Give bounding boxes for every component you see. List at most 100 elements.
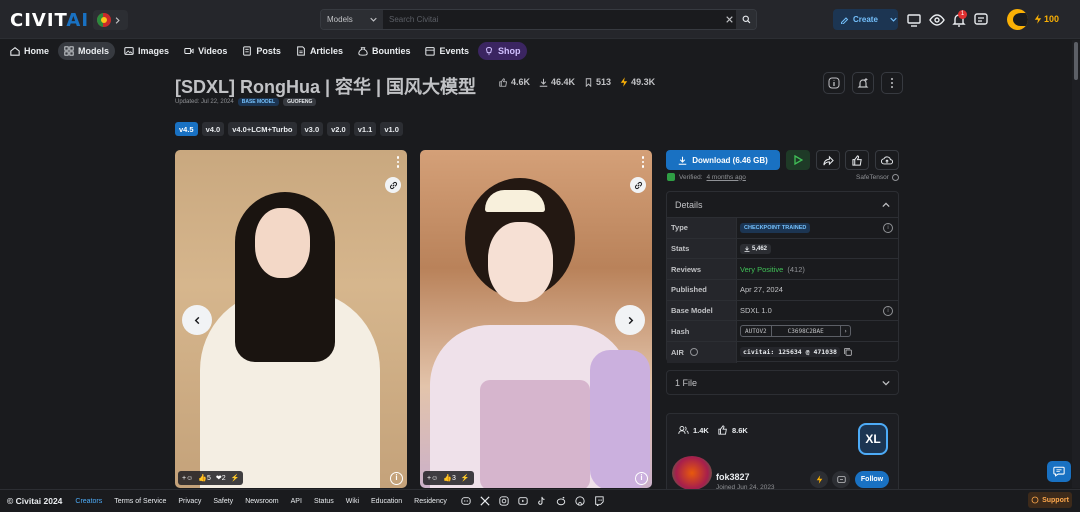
tag-base-model[interactable]: BASE MODEL: [237, 98, 280, 106]
discord-icon[interactable]: [461, 496, 471, 506]
hash-value[interactable]: C3698C2BAE: [772, 326, 840, 336]
info-icon[interactable]: [689, 348, 698, 357]
footer-link-status[interactable]: Status: [314, 498, 334, 505]
info-icon[interactable]: [891, 174, 899, 181]
reddit-icon[interactable]: [556, 496, 566, 506]
follow-button[interactable]: Follow: [855, 471, 889, 488]
creator-avatar[interactable]: [672, 456, 712, 490]
nav-shop[interactable]: Shop: [478, 42, 527, 60]
image-link-button[interactable]: [385, 177, 401, 193]
nav-events[interactable]: Events: [419, 42, 475, 60]
version-tab[interactable]: v4.0+LCM+Turbo: [228, 122, 297, 136]
share-button[interactable]: [816, 150, 840, 170]
likes-count: 4.6K: [511, 77, 531, 87]
info-icon[interactable]: i: [883, 305, 893, 316]
nav-articles[interactable]: Articles: [290, 42, 349, 60]
footer-link-api[interactable]: API: [291, 498, 302, 505]
instagram-icon[interactable]: [499, 496, 509, 506]
cloud-save-button[interactable]: [875, 150, 899, 170]
message-button[interactable]: [832, 471, 850, 488]
user-avatar[interactable]: [1007, 9, 1028, 30]
footer-link-newsroom[interactable]: Newsroom: [245, 498, 278, 505]
nav-bounties[interactable]: Bounties: [352, 42, 417, 60]
creator-name[interactable]: fok3827: [716, 472, 750, 482]
twitch-icon[interactable]: [594, 496, 604, 506]
footer-link-terms[interactable]: Terms of Service: [114, 498, 166, 505]
nav-posts[interactable]: Posts: [236, 42, 287, 60]
footer-link-safety[interactable]: Safety: [213, 498, 233, 505]
details-header[interactable]: Details: [667, 192, 898, 218]
search-button[interactable]: [736, 10, 756, 29]
more-options-button[interactable]: [881, 72, 903, 94]
image-info-icon[interactable]: i: [390, 472, 403, 485]
clear-search-button[interactable]: [722, 10, 736, 29]
monitor-icon[interactable]: [906, 12, 922, 28]
footer-link-privacy[interactable]: Privacy: [178, 498, 201, 505]
version-tab[interactable]: v4.0: [201, 122, 225, 136]
run-button[interactable]: [786, 150, 810, 170]
notify-button[interactable]: [852, 72, 874, 94]
nav-videos-label: Videos: [198, 46, 228, 56]
tiktok-icon[interactable]: [537, 496, 547, 506]
version-tab[interactable]: v4.5: [175, 122, 198, 136]
verified-date-link[interactable]: 4 months ago: [707, 174, 746, 181]
nav-images[interactable]: Images: [118, 42, 175, 60]
footer-link-education[interactable]: Education: [371, 498, 402, 505]
tag-guofeng[interactable]: GUOFENG: [283, 98, 317, 106]
carousel-prev-button[interactable]: [182, 305, 212, 335]
nav-posts-label: Posts: [256, 46, 281, 56]
nav-videos[interactable]: Videos: [178, 42, 233, 60]
eye-icon[interactable]: [929, 12, 945, 28]
footer-link-residency[interactable]: Residency: [414, 498, 447, 505]
like-reaction[interactable]: 👍3: [443, 474, 456, 482]
buzz-tip-icon[interactable]: ⚡: [231, 474, 240, 482]
download-button[interactable]: Download (6.46 GB): [666, 150, 780, 170]
search-filter-select[interactable]: Models: [321, 10, 383, 29]
scrollbar-thumb[interactable]: [1074, 42, 1078, 80]
chat-fab-button[interactable]: [1047, 461, 1071, 482]
image-menu-button[interactable]: [641, 156, 644, 168]
github-icon[interactable]: [575, 496, 585, 506]
files-accordion[interactable]: 1 File: [666, 370, 899, 395]
footer-link-wiki[interactable]: Wiki: [346, 498, 359, 505]
youtube-icon[interactable]: [518, 496, 528, 506]
x-twitter-icon[interactable]: [480, 496, 490, 506]
page-scrollbar[interactable]: [1072, 40, 1080, 488]
version-tab[interactable]: v2.0: [327, 122, 350, 136]
image-link-button[interactable]: [630, 177, 646, 193]
image-info-icon[interactable]: i: [635, 472, 648, 485]
info-button[interactable]: [823, 72, 845, 94]
chat-icon[interactable]: [973, 12, 989, 28]
chevron-right-icon[interactable]: ›: [839, 326, 851, 337]
add-reaction-icon[interactable]: +☺: [427, 475, 438, 482]
version-tab[interactable]: v1.1: [353, 122, 377, 136]
image-reactions[interactable]: +☺ 👍3 ⚡: [423, 471, 474, 485]
nav-home[interactable]: Home: [4, 42, 55, 60]
review-rating-link[interactable]: Very Positive: [740, 265, 783, 274]
heart-reaction[interactable]: ❤2: [216, 474, 226, 482]
support-button[interactable]: Support: [1028, 492, 1072, 508]
version-tab[interactable]: v3.0: [300, 122, 324, 136]
footer-link-creators[interactable]: Creators: [75, 498, 102, 505]
civitai-logo[interactable]: CIVITAI: [10, 10, 89, 31]
tip-buzz-button[interactable]: [810, 471, 828, 488]
image-reactions[interactable]: +☺ 👍5 ❤2 ⚡: [178, 471, 244, 485]
like-reaction[interactable]: 👍5: [198, 474, 211, 482]
search-input[interactable]: Search Civitai: [383, 10, 722, 29]
copy-icon[interactable]: [844, 348, 852, 357]
like-button[interactable]: [845, 150, 869, 170]
region-button[interactable]: [93, 10, 128, 30]
hash-algo[interactable]: AUTOV2: [741, 326, 772, 337]
buzz-tip-icon[interactable]: ⚡: [461, 474, 470, 482]
nav-models[interactable]: Models: [58, 42, 116, 60]
info-icon[interactable]: i: [883, 223, 893, 233]
buzz-balance[interactable]: 100: [1034, 14, 1059, 24]
image-menu-button[interactable]: [396, 156, 399, 168]
carousel-next-button[interactable]: [615, 305, 645, 335]
hash-box[interactable]: AUTOV2 C3698C2BAE ›: [740, 325, 852, 338]
version-tab[interactable]: v1.0: [380, 122, 403, 136]
row-label: Stats: [667, 238, 737, 259]
add-reaction-icon[interactable]: +☺: [182, 475, 193, 482]
download-icon: [539, 78, 548, 87]
create-button[interactable]: Create: [833, 9, 898, 30]
